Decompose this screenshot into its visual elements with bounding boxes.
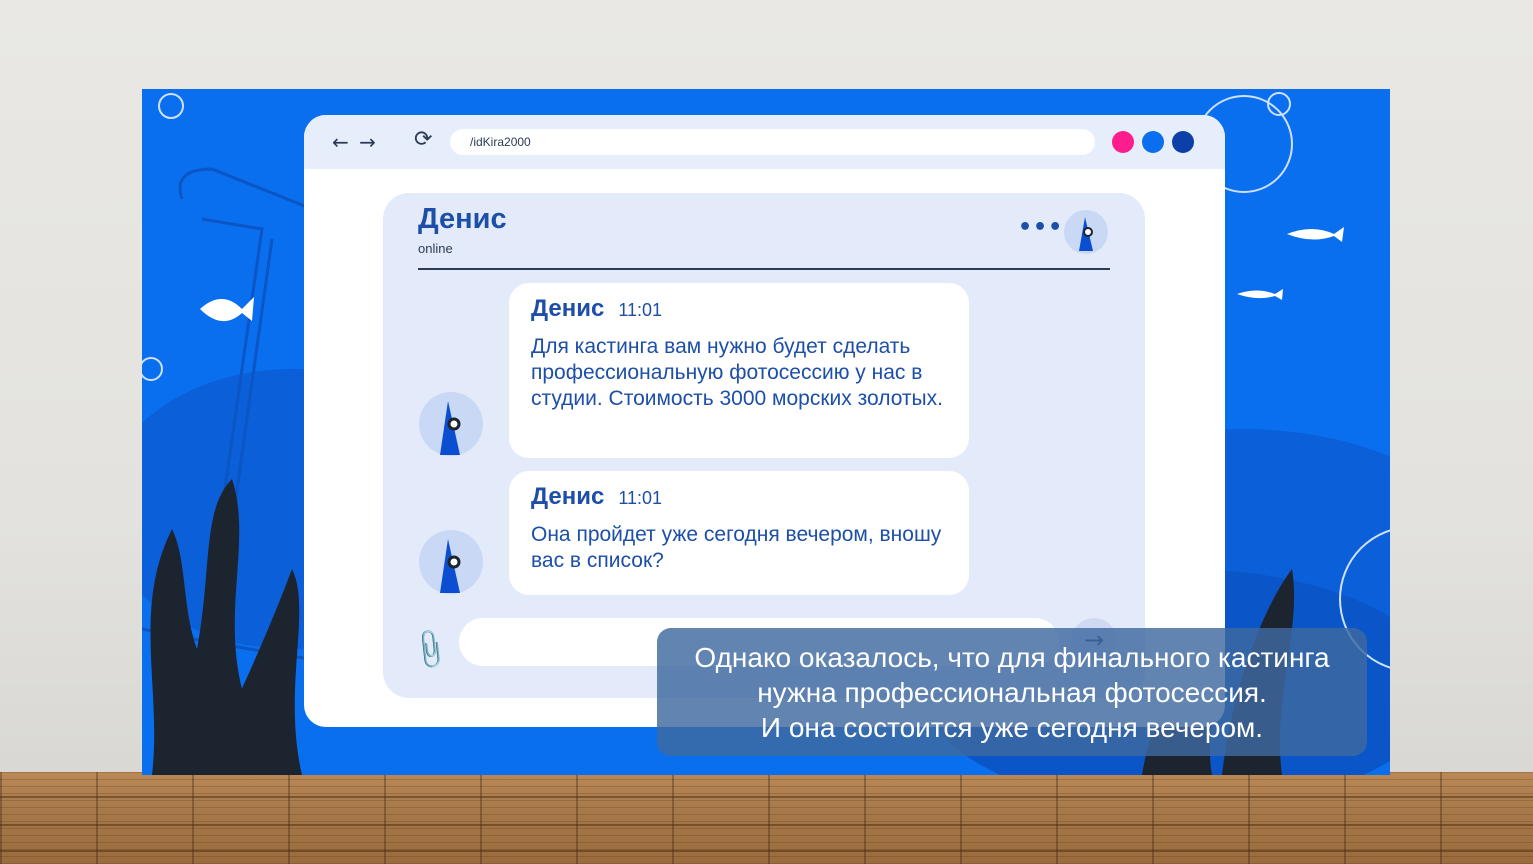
caption-line: Однако оказалось, что для финального кас… (694, 642, 1330, 673)
message-text: Для кастинга вам нужно будет сделать про… (531, 335, 943, 410)
message-sender: Денис (531, 295, 605, 322)
subtitle-caption: Однако оказалось, что для финального кас… (657, 628, 1367, 756)
message-time: 11:01 (618, 300, 663, 320)
message-avatar (419, 392, 483, 456)
message-text: Она пройдет уже сегодня вечером, вношу в… (531, 523, 942, 572)
window-dot-blue (1142, 131, 1164, 153)
chat-card: Денис online ••• Денис 11:01 Для кастинга… (383, 193, 1145, 698)
browser-toolbar: ← → ⟳ /idKira2000 (304, 115, 1225, 169)
window-dot-pink (1112, 131, 1134, 153)
back-forward-icon[interactable]: ← → (332, 130, 378, 154)
window-dot-navy (1172, 131, 1194, 153)
message-avatar (419, 530, 483, 594)
caption-line: нужна профессиональная фотосессия. (757, 677, 1267, 708)
caption-line: И она состоится уже сегодня вечером. (760, 712, 1264, 743)
contact-avatar[interactable] (1063, 209, 1109, 255)
attach-icon[interactable]: 📎 (407, 626, 454, 673)
chat-status: online (418, 241, 453, 256)
address-bar[interactable]: /idKira2000 (450, 129, 1095, 155)
wooden-floor (0, 772, 1533, 864)
reload-icon[interactable]: ⟳ (414, 127, 432, 152)
message-bubble: Денис 11:01 Для кастинга вам нужно будет … (509, 283, 969, 458)
chat-header-divider (418, 268, 1110, 270)
chat-contact-name: Денис (418, 203, 507, 235)
message-bubble: Денис 11:01 Она пройдет уже сегодня вечер… (509, 471, 969, 595)
message-time: 11:01 (618, 488, 663, 508)
message-sender: Денис (531, 483, 605, 510)
more-options-icon[interactable]: ••• (1018, 215, 1063, 240)
